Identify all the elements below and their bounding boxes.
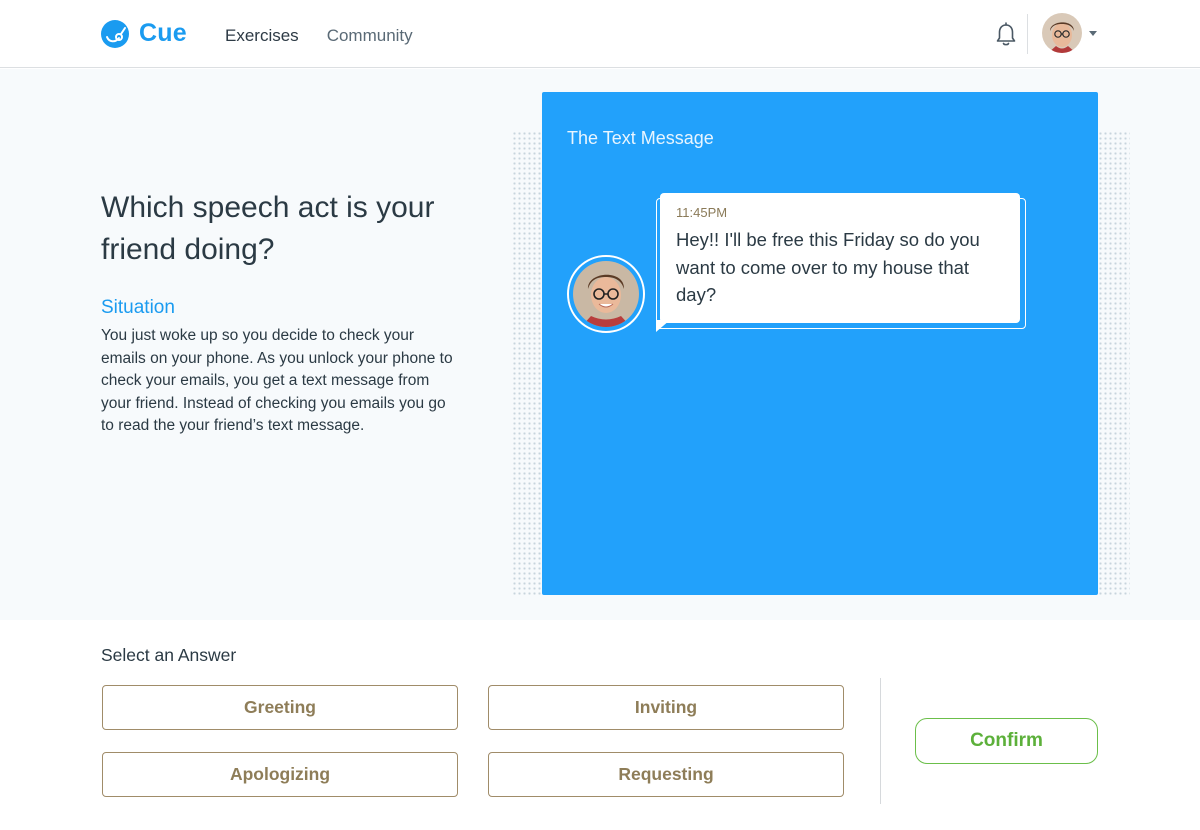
exercise-area: Which speech act is your friend doing? S… [0, 69, 1200, 620]
header-divider [1027, 14, 1028, 54]
message-time: 11:45PM [676, 205, 728, 220]
logo[interactable]: Cue [101, 19, 187, 48]
top-header: Cue Exercises Community [0, 0, 1200, 68]
panel-title: The Text Message [567, 128, 714, 148]
nav-community[interactable]: Community [327, 26, 413, 46]
answer-apologizing-button[interactable]: Apologizing [102, 752, 458, 797]
caret-down-icon[interactable] [1089, 31, 1097, 36]
bell-icon[interactable] [994, 22, 1018, 48]
answer-requesting-button[interactable]: Requesting [488, 752, 844, 797]
message-text: Hey!! I'll be free this Friday so do you… [676, 229, 980, 305]
nav-exercises[interactable]: Exercises [225, 26, 299, 46]
friend-avatar [567, 255, 645, 333]
answers-label: Select an Answer [101, 645, 237, 665]
app-name: Cue [139, 19, 187, 47]
answer-greeting-button[interactable]: Greeting [102, 685, 458, 730]
question-title: Which speech act is your friend doing? [101, 191, 435, 266]
main-nav: Exercises Community [225, 26, 413, 46]
answer-inviting-button[interactable]: Inviting [488, 685, 844, 730]
situation-heading: Situation [101, 297, 175, 318]
message-bubble-tail [656, 320, 670, 332]
confirm-button[interactable]: Confirm [915, 718, 1098, 764]
dot-pattern-left [512, 131, 542, 596]
text-message-panel: The Text Message 11:45PM Hey!! I'll be f… [542, 92, 1098, 595]
dot-pattern-right [1098, 131, 1130, 596]
answers-divider [880, 678, 881, 804]
user-avatar[interactable] [1042, 13, 1082, 53]
cue-logo-icon [101, 19, 129, 48]
situation-text: You just woke up so you decide to check … [101, 327, 453, 434]
message-bubble: 11:45PM Hey!! I'll be free this Friday s… [660, 193, 1020, 323]
